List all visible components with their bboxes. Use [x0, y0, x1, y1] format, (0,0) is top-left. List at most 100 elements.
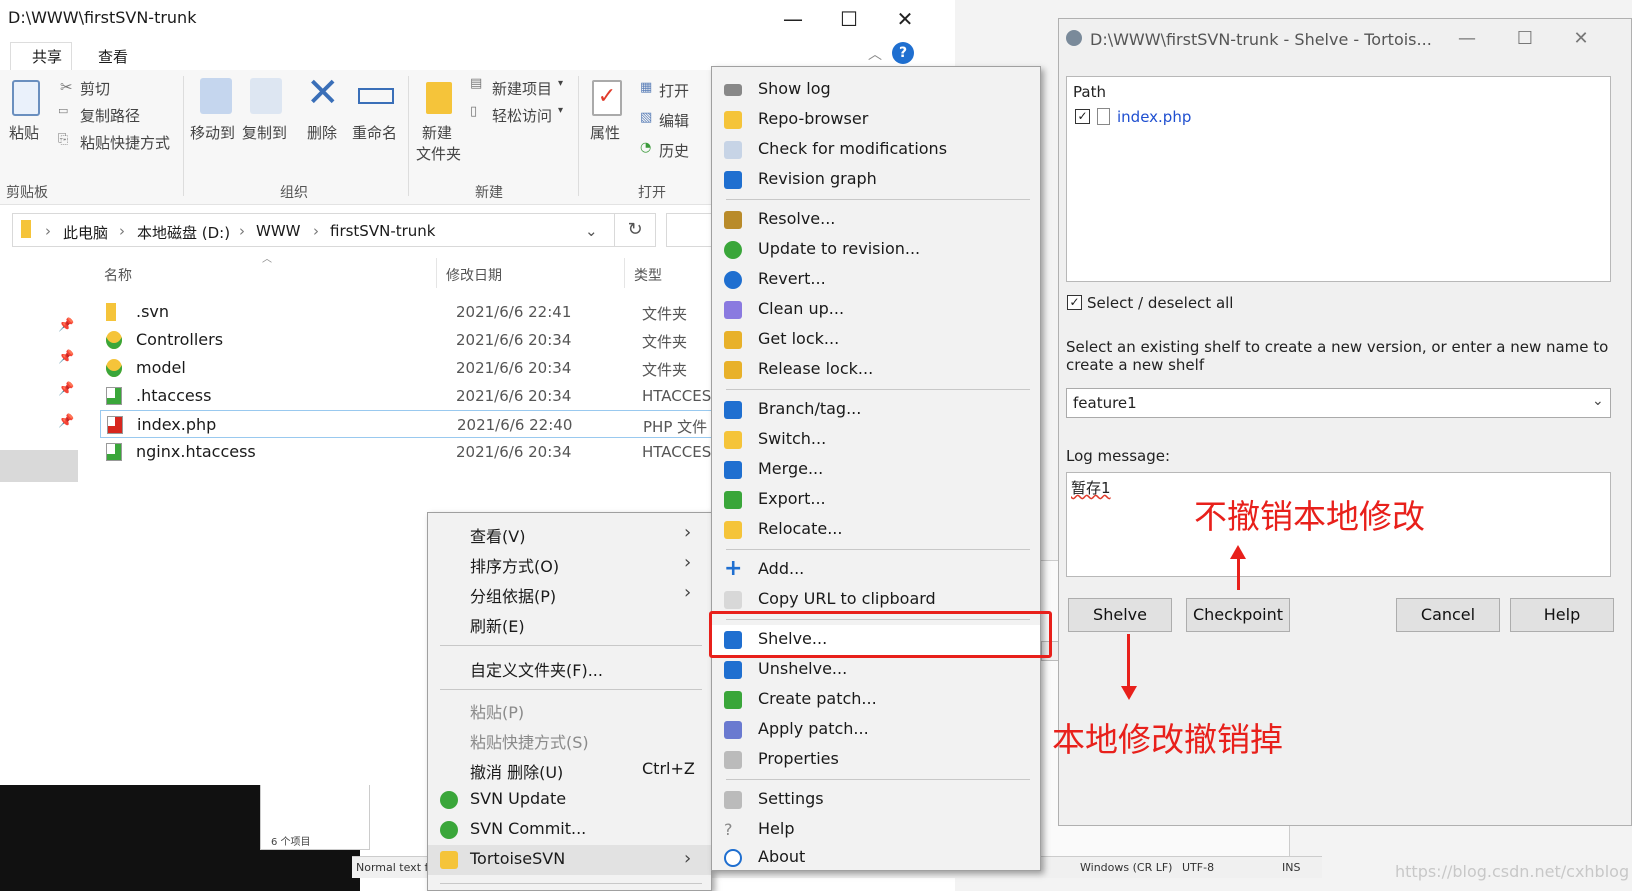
file-checkbox[interactable]: ✓: [1075, 109, 1090, 124]
file-name: index.php: [137, 415, 217, 434]
menu-undo-delete[interactable]: 撤消 删除(U) Ctrl+Z: [428, 755, 711, 785]
chevron-right-icon: ›: [684, 552, 692, 573]
close-button[interactable]: ✕: [882, 4, 928, 34]
menu-merge[interactable]: Merge...: [712, 455, 1040, 485]
breadcrumb-www[interactable]: WWW: [256, 222, 301, 240]
menu-settings[interactable]: Settings: [712, 785, 1040, 815]
menu-release-lock[interactable]: Release lock...: [712, 355, 1040, 385]
menu-revert[interactable]: Revert...: [712, 265, 1040, 295]
new-folder-label-1[interactable]: 新建: [422, 122, 452, 143]
menu-repo-browser[interactable]: Repo-browser: [712, 105, 1040, 135]
revision-graph-icon: [724, 171, 742, 189]
paste-button[interactable]: 粘贴: [9, 122, 39, 143]
menu-customize[interactable]: 自定义文件夹(F)...: [428, 653, 711, 683]
menu-paste[interactable]: 粘贴(P): [428, 695, 711, 725]
delete-button[interactable]: 删除: [307, 122, 337, 143]
add-icon: +: [724, 556, 743, 581]
menu-update-revision[interactable]: Update to revision...: [712, 235, 1040, 265]
menu-get-lock[interactable]: Get lock...: [712, 325, 1040, 355]
menu-cleanup[interactable]: Clean up...: [712, 295, 1040, 325]
breadcrumb-disk[interactable]: 本地磁盘 (D:): [137, 222, 230, 243]
menu-show-log[interactable]: Show log: [712, 75, 1040, 105]
open-button[interactable]: 打开: [659, 80, 689, 101]
menu-relocate[interactable]: Relocate...: [712, 515, 1040, 545]
menu-create-patch[interactable]: Create patch...: [712, 685, 1040, 715]
copy-to-button[interactable]: 复制到: [242, 122, 287, 143]
file-row[interactable]: .htaccess 2021/6/6 20:34 HTACCESS: [100, 382, 721, 410]
file-row[interactable]: .svn 2021/6/6 22:41 文件夹: [100, 298, 720, 326]
svn-commit-icon: [440, 821, 458, 839]
edit-button[interactable]: 编辑: [659, 110, 689, 131]
menu-sort[interactable]: 排序方式(O) ›: [428, 549, 711, 579]
menu-svn-commit[interactable]: SVN Commit...: [428, 815, 711, 845]
svn-modified-file-icon: [107, 416, 123, 434]
nav-selected-item[interactable]: [0, 450, 78, 482]
tab-view[interactable]: 查看: [98, 46, 128, 67]
dialog-close-button[interactable]: ✕: [1566, 28, 1596, 49]
shelf-name-combo[interactable]: feature1 ⌄: [1066, 388, 1611, 418]
checkpoint-button[interactable]: Checkpoint: [1186, 598, 1290, 632]
easy-access-button[interactable]: 轻松访问: [492, 105, 552, 126]
file-row[interactable]: Controllers 2021/6/6 20:34 文件夹: [100, 326, 720, 354]
file-row[interactable]: model 2021/6/6 20:34 文件夹: [100, 354, 720, 382]
address-bar[interactable]: › 此电脑 › 本地磁盘 (D:) › WWW › firstSVN-trunk…: [12, 213, 652, 247]
paste-shortcut-button[interactable]: 粘贴快捷方式: [80, 132, 170, 153]
menu-unshelve[interactable]: Unshelve...: [712, 655, 1040, 685]
new-folder-label-2[interactable]: 文件夹: [416, 143, 461, 164]
file-path[interactable]: index.php: [1117, 108, 1191, 126]
new-item-button[interactable]: 新建项目: [492, 78, 552, 99]
maximize-button[interactable]: ☐: [826, 4, 872, 34]
menu-revision-graph[interactable]: Revision graph: [712, 165, 1040, 195]
dialog-maximize-button[interactable]: ☐: [1510, 28, 1540, 49]
create-patch-icon: [724, 691, 742, 709]
menu-tortoisesvn[interactable]: TortoiseSVN ›: [428, 845, 711, 875]
breadcrumb-folder[interactable]: firstSVN-trunk: [330, 222, 435, 240]
menu-apply-patch[interactable]: Apply patch...: [712, 715, 1040, 745]
menu-check-modifications[interactable]: Check for modifications: [712, 135, 1040, 165]
export-icon: [724, 491, 742, 509]
file-row-selected[interactable]: index.php 2021/6/6 22:40 PHP 文件: [100, 410, 720, 438]
file-row[interactable]: nginx.htaccess 2021/6/6 20:34 HTACCESS: [100, 438, 721, 466]
column-name[interactable]: 名称: [104, 265, 132, 285]
lock-icon: [724, 331, 742, 349]
refresh-icon[interactable]: ↻: [614, 213, 656, 247]
chevron-down-icon[interactable]: ⌄: [1592, 393, 1604, 409]
column-type[interactable]: 类型: [634, 265, 662, 285]
copy-path-icon: ▭: [58, 104, 69, 117]
menu-add[interactable]: + Add...: [712, 555, 1040, 585]
help-button[interactable]: Help: [1510, 598, 1614, 632]
address-dropdown-icon[interactable]: ⌄: [585, 222, 598, 240]
move-to-button[interactable]: 移动到: [190, 122, 235, 143]
column-date[interactable]: 修改日期: [446, 265, 502, 285]
menu-paste-shortcut[interactable]: 粘贴快捷方式(S): [428, 725, 711, 755]
svn-update-icon: [440, 791, 458, 809]
dialog-minimize-button[interactable]: —: [1452, 28, 1482, 49]
rename-button[interactable]: 重命名: [352, 122, 397, 143]
menu-branch-tag[interactable]: Branch/tag...: [712, 395, 1040, 425]
breadcrumb-pc[interactable]: 此电脑: [63, 222, 108, 243]
menu-switch[interactable]: Switch...: [712, 425, 1040, 455]
help-icon[interactable]: ?: [892, 42, 914, 64]
menu-export[interactable]: Export...: [712, 485, 1040, 515]
shelve-button[interactable]: Shelve: [1068, 598, 1172, 632]
menu-about[interactable]: About: [712, 843, 1040, 873]
history-button[interactable]: 历史: [659, 140, 689, 161]
menu-properties[interactable]: Properties: [712, 745, 1040, 775]
cancel-button[interactable]: Cancel: [1396, 598, 1500, 632]
menu-svn-update[interactable]: SVN Update: [428, 785, 711, 815]
collapse-ribbon-icon[interactable]: ︿: [868, 44, 882, 64]
menu-group[interactable]: 分组依据(P) ›: [428, 579, 711, 609]
minimize-button[interactable]: —: [770, 4, 816, 34]
path-list[interactable]: Path ✓ index.php: [1066, 76, 1611, 282]
select-all-checkbox[interactable]: ✓: [1067, 295, 1082, 310]
cut-button[interactable]: 剪切: [80, 78, 110, 99]
copy-path-button[interactable]: 复制路径: [80, 105, 140, 126]
menu-refresh[interactable]: 刷新(E): [428, 609, 711, 639]
menu-view[interactable]: 查看(V) ›: [428, 519, 711, 549]
tab-share[interactable]: 共享: [32, 46, 62, 67]
menu-resolve[interactable]: Resolve...: [712, 205, 1040, 235]
select-all-label[interactable]: Select / deselect all: [1087, 294, 1233, 312]
menu-help[interactable]: ? Help: [712, 815, 1040, 845]
shelf-name-value: feature1: [1073, 394, 1137, 412]
properties-button[interactable]: 属性: [590, 122, 620, 143]
